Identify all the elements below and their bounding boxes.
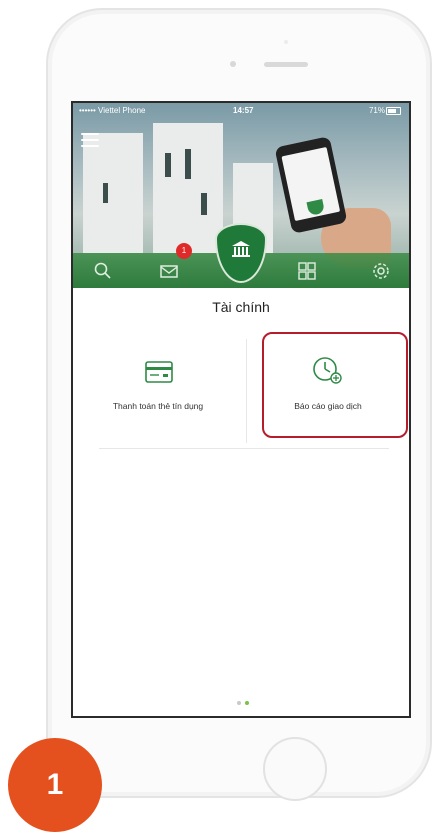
banner-phone-screen xyxy=(281,146,341,222)
row-divider xyxy=(99,448,389,449)
tutorial-stage: •••••• Viettel Phone 14:57 71% 1 Tài chí… xyxy=(0,0,445,840)
section-title: Tài chính xyxy=(212,299,270,315)
home-button[interactable] xyxy=(263,737,327,801)
header-banner: •••••• Viettel Phone 14:57 71% 1 xyxy=(73,103,409,288)
banner-building xyxy=(83,133,143,253)
tutorial-highlight xyxy=(262,332,408,438)
status-battery-percent: 71% xyxy=(368,106,385,115)
earpiece-speaker xyxy=(264,62,308,67)
tile-label: Thanh toán thẻ tín dụng xyxy=(112,401,204,411)
tile-credit-card-payment[interactable]: Thanh toán thẻ tín dụng xyxy=(83,335,233,435)
status-carrier: •••••• Viettel Phone xyxy=(79,106,146,115)
front-camera xyxy=(230,61,236,67)
grid-icon[interactable] xyxy=(297,261,317,281)
banner-phone xyxy=(274,136,348,234)
banner-logo-icon xyxy=(306,198,326,217)
front-sensor xyxy=(284,40,288,44)
banner-building xyxy=(153,123,223,253)
banner-window xyxy=(201,193,207,215)
banner-window xyxy=(103,183,108,203)
mail-icon[interactable] xyxy=(159,261,179,281)
battery-icon xyxy=(386,107,401,115)
page-indicator xyxy=(231,701,261,707)
status-time: 14:57 xyxy=(233,106,254,115)
tile-divider xyxy=(246,339,247,443)
banner-window xyxy=(165,153,171,177)
banner-window xyxy=(185,149,191,179)
page-dot-active xyxy=(245,701,249,705)
step-number-badge: 1 xyxy=(8,738,102,832)
status-bar: •••••• Viettel Phone 14:57 71% xyxy=(73,103,409,119)
notification-badge: 1 xyxy=(176,243,192,259)
gear-icon[interactable] xyxy=(371,261,391,281)
search-icon[interactable] xyxy=(93,261,113,281)
bank-icon xyxy=(232,241,250,257)
menu-icon[interactable] xyxy=(81,133,99,147)
credit-card-icon xyxy=(145,361,173,383)
page-dot-inactive xyxy=(237,701,241,705)
